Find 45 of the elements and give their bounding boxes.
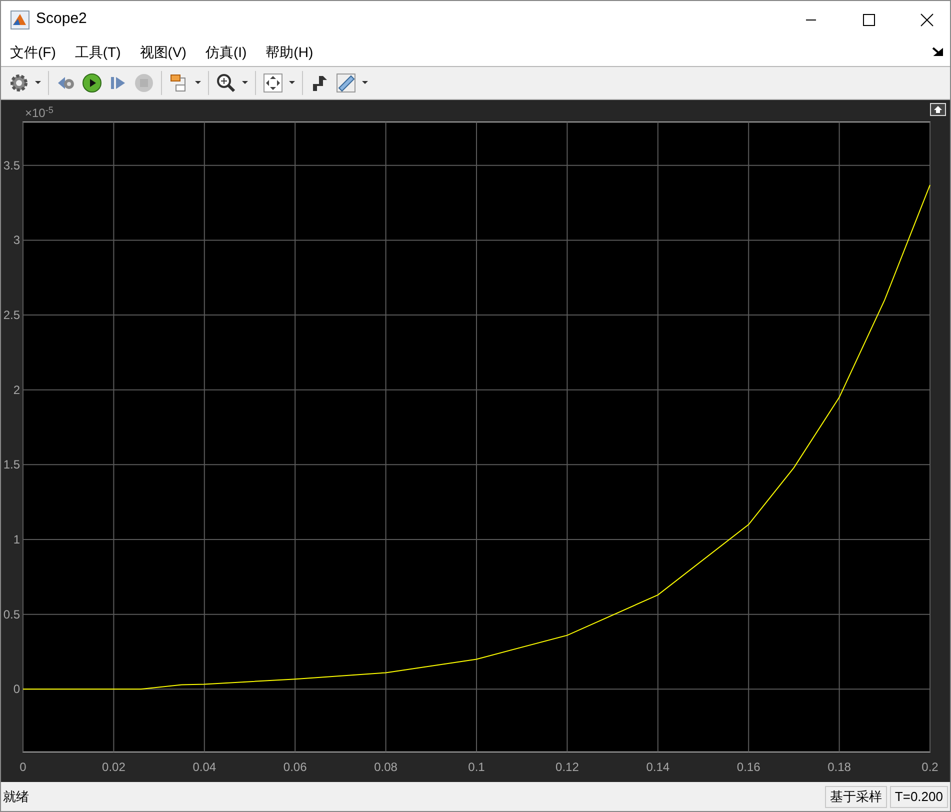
status-mode: 基于采样	[824, 786, 887, 808]
gear-icon	[9, 73, 29, 93]
menu-item[interactable]: 仿真(I)	[205, 42, 247, 62]
zoom-in-icon	[216, 73, 236, 93]
x-tick-label: 0.02	[102, 760, 126, 774]
fit-view-icon	[263, 73, 283, 93]
menu-item[interactable]: 帮助(H)	[266, 42, 314, 62]
y-tick-label: 2	[13, 382, 20, 397]
x-tick-label: 0.08	[374, 760, 398, 774]
undock-icon[interactable]	[932, 47, 944, 57]
x-tick-label: 0.1	[468, 760, 485, 774]
play-icon	[82, 73, 102, 93]
x-tick-label: 0.12	[556, 760, 579, 774]
x-tick-label: 0.04	[192, 760, 216, 774]
x-tick-label: 0.14	[646, 760, 670, 774]
menu-item[interactable]: 文件(F)	[10, 42, 56, 62]
close-icon	[920, 12, 934, 26]
y-tick-label: 2.5	[3, 308, 20, 322]
x-tick-label: 0.16	[736, 760, 760, 774]
y-tick-label: 1.5	[3, 458, 20, 472]
y-tick-label: 3.5	[3, 158, 20, 172]
ruler-icon	[336, 73, 356, 93]
caret-icon	[242, 81, 248, 85]
y-tick-label: 1	[13, 532, 20, 546]
x-tick-label: 0.06	[283, 760, 307, 774]
maximize-icon	[863, 14, 875, 26]
y-tick-label: 0	[13, 682, 20, 696]
x-tick-label: 0.2	[922, 760, 938, 774]
caret-icon	[195, 81, 201, 85]
app-logo-icon	[10, 10, 30, 30]
step-arrow-icon	[310, 73, 330, 93]
y-tick-label: 0.5	[3, 607, 20, 622]
x-tick-label: 0.18	[828, 760, 851, 774]
status-message: 就绪	[3, 788, 29, 806]
y-tick-label: 3	[13, 233, 20, 248]
axis-multiplier: ×10$^{-5}$	[25, 104, 54, 122]
x-tick-label: 0	[20, 760, 26, 774]
caret-icon	[289, 81, 295, 85]
caret-icon	[362, 81, 368, 85]
window-title: Scope2	[36, 9, 87, 30]
menu-item[interactable]: 工具(T)	[74, 42, 121, 62]
menu-item[interactable]: 视图(V)	[140, 42, 186, 62]
stop-icon	[134, 73, 154, 93]
caret-icon	[35, 81, 41, 85]
status-time: T=0.200	[890, 786, 948, 808]
